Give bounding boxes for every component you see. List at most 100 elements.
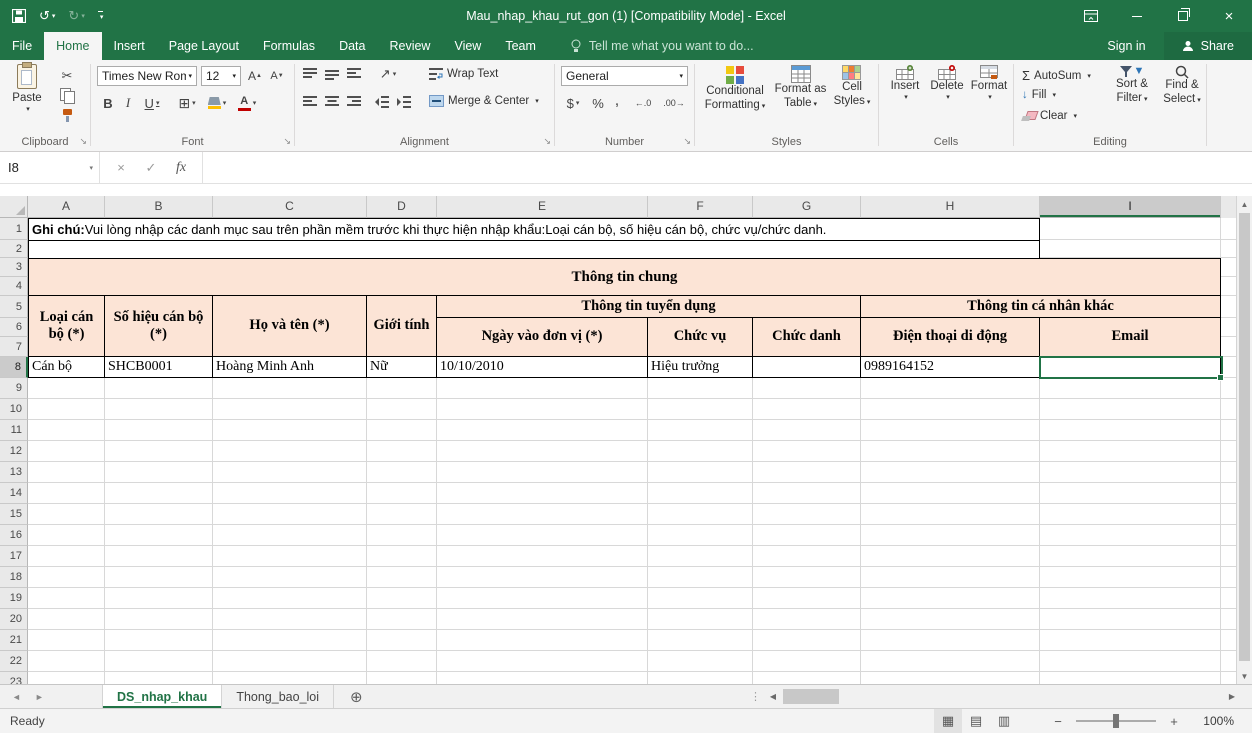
borders-button[interactable]: ⊞▾: [173, 94, 201, 112]
row-header-14[interactable]: 14: [0, 483, 28, 504]
decrease-decimal-button[interactable]: .00→: [659, 94, 689, 112]
number-format-combo[interactable]: General▾: [561, 66, 688, 86]
ribbon-tab-page-layout[interactable]: Page Layout: [157, 32, 251, 60]
cell-F8[interactable]: Hiệu trưởng: [648, 357, 753, 378]
copy-button[interactable]: [56, 87, 78, 104]
header-loai-can-bo[interactable]: Loại cán bộ (*): [28, 296, 105, 357]
format-painter-button[interactable]: [56, 107, 78, 124]
restore-button[interactable]: [1160, 0, 1206, 32]
sign-in-button[interactable]: Sign in: [1089, 32, 1163, 60]
orientation-button[interactable]: ↗▾: [375, 66, 401, 82]
ribbon-tab-formulas[interactable]: Formulas: [251, 32, 327, 60]
row-header-2[interactable]: 2: [0, 240, 28, 258]
minimize-button[interactable]: [1114, 0, 1160, 32]
align-right-button[interactable]: [347, 96, 361, 108]
zoom-level[interactable]: 100%: [1188, 714, 1244, 728]
ribbon-tab-file[interactable]: File: [0, 32, 44, 60]
row-header-15[interactable]: 15: [0, 504, 28, 525]
insert-function-button[interactable]: fx: [166, 160, 196, 176]
row-header-16[interactable]: 16: [0, 525, 28, 546]
customize-qat-button[interactable]: ▾: [98, 11, 104, 21]
font-size-combo[interactable]: 12▾: [201, 66, 241, 86]
worksheet[interactable]: Ghi chú: Vui lòng nhập các danh mục sau …: [0, 196, 1236, 684]
sheet-tab-thong_bao_loi[interactable]: Thong_bao_loi: [222, 685, 334, 708]
align-left-button[interactable]: [303, 96, 317, 108]
formula-input[interactable]: [203, 152, 1252, 183]
cell-D8[interactable]: Nữ: [367, 357, 437, 378]
sheet-tab-ds_nhap_khau[interactable]: DS_nhap_khau: [102, 685, 222, 708]
zoom-slider[interactable]: [1076, 720, 1156, 722]
ribbon-tab-team[interactable]: Team: [493, 32, 548, 60]
save-button[interactable]: [12, 9, 26, 23]
row-header-20[interactable]: 20: [0, 609, 28, 630]
header-email[interactable]: Email: [1040, 318, 1221, 357]
row-header-7[interactable]: 7: [0, 337, 28, 357]
underline-button[interactable]: U▾: [139, 94, 165, 112]
cell-A8[interactable]: Cán bộ: [28, 357, 105, 378]
format-as-table-button[interactable]: Format as Table▾: [773, 63, 828, 129]
comma-style-button[interactable]: ,: [609, 90, 625, 112]
header-gioi-tinh[interactable]: Giới tính: [367, 296, 437, 357]
autosum-button[interactable]: ΣAutoSum▾: [1022, 68, 1091, 83]
ribbon-tab-home[interactable]: Home: [44, 32, 101, 60]
accounting-format-button[interactable]: $▾: [561, 94, 585, 112]
row-header-17[interactable]: 17: [0, 546, 28, 567]
fill-color-button[interactable]: ▾: [203, 93, 231, 113]
column-header-C[interactable]: C: [213, 196, 367, 218]
vertical-scrollbar-thumb[interactable]: [1239, 213, 1250, 661]
ribbon-tab-view[interactable]: View: [442, 32, 493, 60]
name-box[interactable]: I8 ▾: [0, 152, 100, 183]
row-header-13[interactable]: 13: [0, 462, 28, 483]
align-middle-button[interactable]: [325, 68, 339, 80]
format-cells-button[interactable]: Format ▾: [969, 63, 1009, 129]
cell-B8[interactable]: SHCB0001: [105, 357, 213, 378]
redo-button[interactable]: ↻▾: [68, 8, 84, 24]
column-header-B[interactable]: B: [105, 196, 213, 218]
cell-E8[interactable]: 10/10/2010: [437, 357, 648, 378]
scroll-up-button[interactable]: ▲: [1237, 196, 1252, 212]
zoom-slider-thumb[interactable]: [1113, 714, 1119, 728]
view-normal-button[interactable]: ▦: [934, 709, 962, 733]
paste-button[interactable]: Paste ▾: [4, 62, 50, 130]
clear-button[interactable]: Clear▾: [1022, 110, 1077, 122]
wrap-text-button[interactable]: Wrap Text: [429, 68, 498, 80]
conditional-formatting-button[interactable]: Conditional Formatting▾: [699, 63, 771, 129]
header-chuc-danh[interactable]: Chức danh: [753, 318, 861, 357]
number-dialog-launcher[interactable]: ↘: [683, 136, 691, 147]
scrollbar-resize-handle[interactable]: ⋮: [746, 685, 765, 708]
scroll-down-button[interactable]: ▼: [1237, 668, 1252, 684]
merge-center-button[interactable]: Merge & Center ▾: [429, 95, 539, 107]
ribbon-display-options-button[interactable]: [1068, 0, 1114, 32]
row-header-4[interactable]: 4: [0, 277, 28, 296]
clipboard-dialog-launcher[interactable]: ↘: [79, 136, 87, 147]
font-name-combo[interactable]: Times New Roma▾: [97, 66, 197, 86]
horizontal-scrollbar[interactable]: ◀ ▶: [765, 685, 1240, 708]
share-button[interactable]: Share: [1164, 32, 1252, 60]
header-ngay-vao-don-vi[interactable]: Ngày vào đơn vị (*): [437, 318, 648, 357]
cut-button[interactable]: ✂: [56, 67, 78, 84]
next-sheet-button[interactable]: ►: [35, 692, 44, 702]
header-chuc-vu[interactable]: Chức vụ: [648, 318, 753, 357]
header-dien-thoai[interactable]: Điện thoại di động: [861, 318, 1040, 357]
align-top-button[interactable]: [303, 68, 317, 80]
row-header-12[interactable]: 12: [0, 441, 28, 462]
row-header-18[interactable]: 18: [0, 567, 28, 588]
row-header-19[interactable]: 19: [0, 588, 28, 609]
scroll-left-button[interactable]: ◀: [765, 692, 781, 701]
fill-button[interactable]: ↓Fill▾: [1022, 89, 1056, 101]
find-select-button[interactable]: Find & Select▾: [1160, 63, 1204, 129]
vertical-scrollbar[interactable]: ▲ ▼: [1236, 196, 1252, 684]
row-header-3[interactable]: 3: [0, 258, 28, 277]
column-header-F[interactable]: F: [648, 196, 753, 218]
decrease-font-size-button[interactable]: A▼: [267, 68, 287, 84]
decrease-indent-button[interactable]: [375, 96, 389, 108]
cell-styles-button[interactable]: Cell Styles▾: [830, 63, 874, 129]
row-header-9[interactable]: 9: [0, 378, 28, 399]
active-cell-selection[interactable]: [1039, 356, 1223, 379]
align-bottom-button[interactable]: [347, 68, 361, 80]
delete-cells-button[interactable]: Delete ▾: [927, 63, 967, 129]
header-so-hieu-can-bo[interactable]: Số hiệu cán bộ (*): [105, 296, 213, 357]
row-header-21[interactable]: 21: [0, 630, 28, 651]
column-header-H[interactable]: H: [861, 196, 1040, 218]
cell-G8[interactable]: [753, 357, 861, 378]
